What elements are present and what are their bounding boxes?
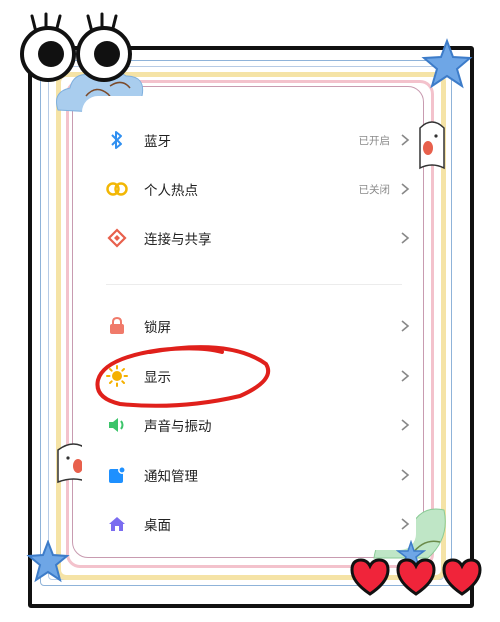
hotspot-icon xyxy=(104,176,130,202)
hotspot-label: 个人热点 xyxy=(144,183,198,199)
settings-row-bluetooth[interactable]: 蓝牙 已开启 xyxy=(96,118,412,162)
sound-label: 声音与振动 xyxy=(144,419,212,435)
notification-label: 通知管理 xyxy=(144,469,198,485)
chevron-right-icon xyxy=(401,419,410,431)
left-pupil xyxy=(38,41,64,67)
chevron-right-icon xyxy=(401,518,410,530)
settings-row-desktop[interactable]: 桌面 xyxy=(96,502,412,546)
settings-row-sound[interactable]: 声音与振动 xyxy=(96,403,412,447)
bluetooth-label: 蓝牙 xyxy=(144,134,171,150)
ghost-sticker-right xyxy=(419,121,445,170)
left-eye xyxy=(20,26,76,82)
connection-sharing-label: 连接与共享 xyxy=(144,232,212,248)
lock-icon xyxy=(104,313,130,339)
share-connection-icon xyxy=(104,225,130,251)
chevron-right-icon xyxy=(401,183,410,195)
bluetooth-icon xyxy=(104,127,130,153)
chevron-right-icon xyxy=(401,134,410,146)
star-sticker-bottom xyxy=(26,540,70,583)
desktop-label: 桌面 xyxy=(144,518,171,534)
chevron-right-icon xyxy=(401,232,410,244)
right-pupil xyxy=(94,41,120,67)
settings-row-connection-sharing[interactable]: 连接与共享 xyxy=(96,216,412,260)
bluetooth-status: 已开启 xyxy=(358,134,391,147)
hearts-sticker xyxy=(350,558,482,596)
chevron-right-icon xyxy=(401,320,410,332)
section-divider xyxy=(106,284,402,285)
right-eye xyxy=(76,26,132,82)
home-icon xyxy=(104,511,130,537)
hotspot-status: 已关闭 xyxy=(358,183,391,196)
speaker-icon xyxy=(104,412,130,438)
cartoon-eyes xyxy=(14,10,134,82)
lock-screen-label: 锁屏 xyxy=(144,320,171,336)
chevron-right-icon xyxy=(401,469,410,481)
highlight-circle xyxy=(95,345,271,408)
settings-row-notification[interactable]: 通知管理 xyxy=(96,453,412,497)
star-sticker-top xyxy=(421,38,473,89)
chevron-right-icon xyxy=(401,370,410,382)
notification-icon xyxy=(104,462,130,488)
settings-row-hotspot[interactable]: 个人热点 已关闭 xyxy=(96,167,412,211)
